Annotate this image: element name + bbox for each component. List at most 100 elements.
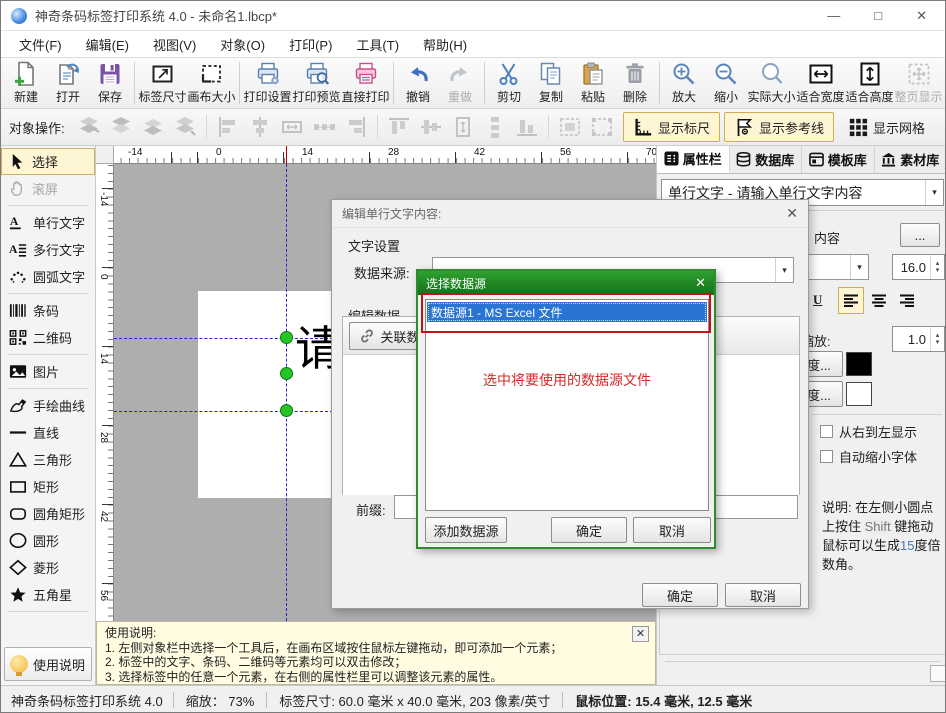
align-center-h-icon[interactable] (247, 115, 273, 139)
align-left-icon[interactable] (215, 115, 241, 139)
tool-barcode[interactable]: 条码 (1, 297, 95, 324)
zoom-out-button[interactable]: 缩小 (705, 59, 747, 107)
panel-grip[interactable] (930, 665, 946, 682)
ungroup-icon[interactable] (589, 115, 615, 139)
new-button[interactable]: 新建 (5, 59, 47, 107)
tool-multi-line-text[interactable]: A 多行文字 (1, 236, 95, 263)
checkbox-icon[interactable] (820, 425, 833, 438)
tool-star[interactable]: 五角星 (1, 581, 95, 608)
tab-templates[interactable]: 模板库 (802, 146, 875, 173)
bring-to-front-icon[interactable] (76, 115, 102, 139)
send-to-back-icon[interactable] (108, 115, 134, 139)
actual-size-button[interactable]: 实际大小 (747, 59, 796, 107)
open-button[interactable]: 打开 (47, 59, 89, 107)
print-preview-button[interactable]: 打印预览 (292, 59, 341, 107)
spinner-arrows-icon[interactable]: ▴▾ (930, 327, 944, 351)
menu-edit[interactable]: 编辑(E) (74, 31, 141, 57)
ds-dialog-close-icon[interactable]: ✕ (695, 275, 706, 291)
delete-button[interactable]: 删除 (614, 59, 656, 107)
show-ruler-toggle[interactable]: 显示标尺 (623, 112, 720, 142)
rtl-checkbox-row[interactable]: 从右到左显示 (820, 422, 917, 441)
bring-forward-icon[interactable] (140, 115, 166, 139)
add-data-source-button[interactable]: 添加数据源 (425, 517, 507, 543)
tool-freehand-curve[interactable]: 手绘曲线 (1, 392, 95, 419)
tool-single-line-text[interactable]: A 单行文字 (1, 209, 95, 236)
close-button[interactable]: ✕ (916, 8, 927, 24)
tab-properties[interactable]: 属性栏 (657, 146, 730, 173)
zoom-in-button[interactable]: 放大 (663, 59, 705, 107)
align-middle-icon[interactable] (418, 115, 444, 139)
selection-handle[interactable] (280, 331, 293, 344)
menu-tools[interactable]: 工具(T) (344, 31, 411, 57)
redo-button[interactable]: 重做 (439, 59, 481, 107)
tool-line[interactable]: 直线 (1, 419, 95, 446)
checkbox-icon[interactable] (820, 450, 833, 463)
maximize-button[interactable]: □ (874, 8, 882, 24)
fit-height-button[interactable]: 适合高度 (845, 59, 894, 107)
usage-help-button[interactable]: 使用说明 (4, 647, 92, 681)
same-height-icon[interactable] (450, 115, 476, 139)
show-guides-toggle[interactable]: 显示参考线 (724, 112, 834, 142)
open-file-icon (55, 61, 81, 87)
ds-cancel-button[interactable]: 取消 (633, 517, 711, 543)
vertical-scale-spinner[interactable]: 1.0 ▴▾ (892, 326, 945, 352)
direct-print-button[interactable]: 直接打印 (341, 59, 390, 107)
distribute-v-icon[interactable] (482, 115, 508, 139)
group-icon[interactable] (557, 115, 583, 139)
text-color-swatch[interactable] (846, 352, 872, 376)
selection-handle[interactable] (280, 367, 293, 380)
auto-shrink-checkbox-row[interactable]: 自动缩小字体 (820, 447, 917, 466)
spinner-arrows-icon[interactable]: ▴▾ (930, 255, 944, 279)
align-right-icon[interactable] (343, 115, 369, 139)
font-size-spinner[interactable]: 16.0 ▴▾ (892, 254, 945, 280)
tool-pan[interactable]: 滚屏 (1, 175, 95, 202)
dialog-cancel-button[interactable]: 取消 (725, 583, 801, 607)
underline-button[interactable]: U (813, 292, 822, 308)
tool-circle[interactable]: 圆形 (1, 527, 95, 554)
send-backward-icon[interactable] (172, 115, 198, 139)
tool-rounded-rectangle[interactable]: 圆角矩形 (1, 500, 95, 527)
menu-object[interactable]: 对象(O) (208, 31, 277, 57)
label-size-button[interactable]: 标签尺寸 (138, 59, 187, 107)
align-top-icon[interactable] (386, 115, 412, 139)
same-width-icon[interactable] (279, 115, 305, 139)
tab-database[interactable]: 数据库 (730, 146, 803, 173)
tool-qrcode[interactable]: 二维码 (1, 324, 95, 351)
align-bottom-icon[interactable] (514, 115, 540, 139)
print-setup-button[interactable]: 打印设置 (243, 59, 292, 107)
paste-button[interactable]: 粘贴 (572, 59, 614, 107)
tab-materials[interactable]: 素材库 (875, 146, 946, 173)
dialog-ok-button[interactable]: 确定 (642, 583, 718, 607)
cut-button[interactable]: 剪切 (488, 59, 530, 107)
menu-view[interactable]: 视图(V) (141, 31, 208, 57)
data-source-list[interactable]: 数据源1 - MS Excel 文件 选中将要使用的数据源文件 (425, 299, 709, 511)
tool-rectangle[interactable]: 矩形 (1, 473, 95, 500)
selection-handle[interactable] (280, 404, 293, 417)
tool-arc-text[interactable]: 圆弧文字 (1, 263, 95, 290)
tool-diamond[interactable]: 菱形 (1, 554, 95, 581)
data-source-list-item-selected[interactable]: 数据源1 - MS Excel 文件 (427, 302, 707, 322)
fit-page-button[interactable]: 整页显示 (894, 59, 943, 107)
show-grid-toggle[interactable]: 显示网格 (838, 112, 935, 142)
canvas-size-button[interactable]: 画布大小 (187, 59, 236, 107)
ds-ok-button[interactable]: 确定 (551, 517, 627, 543)
tool-triangle[interactable]: 三角形 (1, 446, 95, 473)
menu-help[interactable]: 帮助(H) (411, 31, 479, 57)
minimize-button[interactable]: — (827, 8, 840, 24)
menu-print[interactable]: 打印(P) (277, 31, 344, 57)
tool-select[interactable]: 选择 (1, 148, 95, 175)
tool-image[interactable]: 图片 (1, 358, 95, 385)
help-close-button[interactable]: ✕ (632, 626, 649, 642)
fit-width-button[interactable]: 适合宽度 (796, 59, 845, 107)
save-button[interactable]: 保存 (89, 59, 131, 107)
dialog-close-icon[interactable]: ✕ (786, 205, 798, 222)
align-center-button[interactable] (866, 287, 892, 314)
align-right-button[interactable] (894, 287, 920, 314)
copy-button[interactable]: 复制 (530, 59, 572, 107)
background-color-swatch[interactable] (846, 382, 872, 406)
content-more-button[interactable]: ... (900, 223, 940, 247)
menu-file[interactable]: 文件(F) (7, 31, 74, 57)
undo-button[interactable]: 撤销 (397, 59, 439, 107)
align-left-button[interactable] (838, 287, 864, 314)
distribute-h-icon[interactable] (311, 115, 337, 139)
